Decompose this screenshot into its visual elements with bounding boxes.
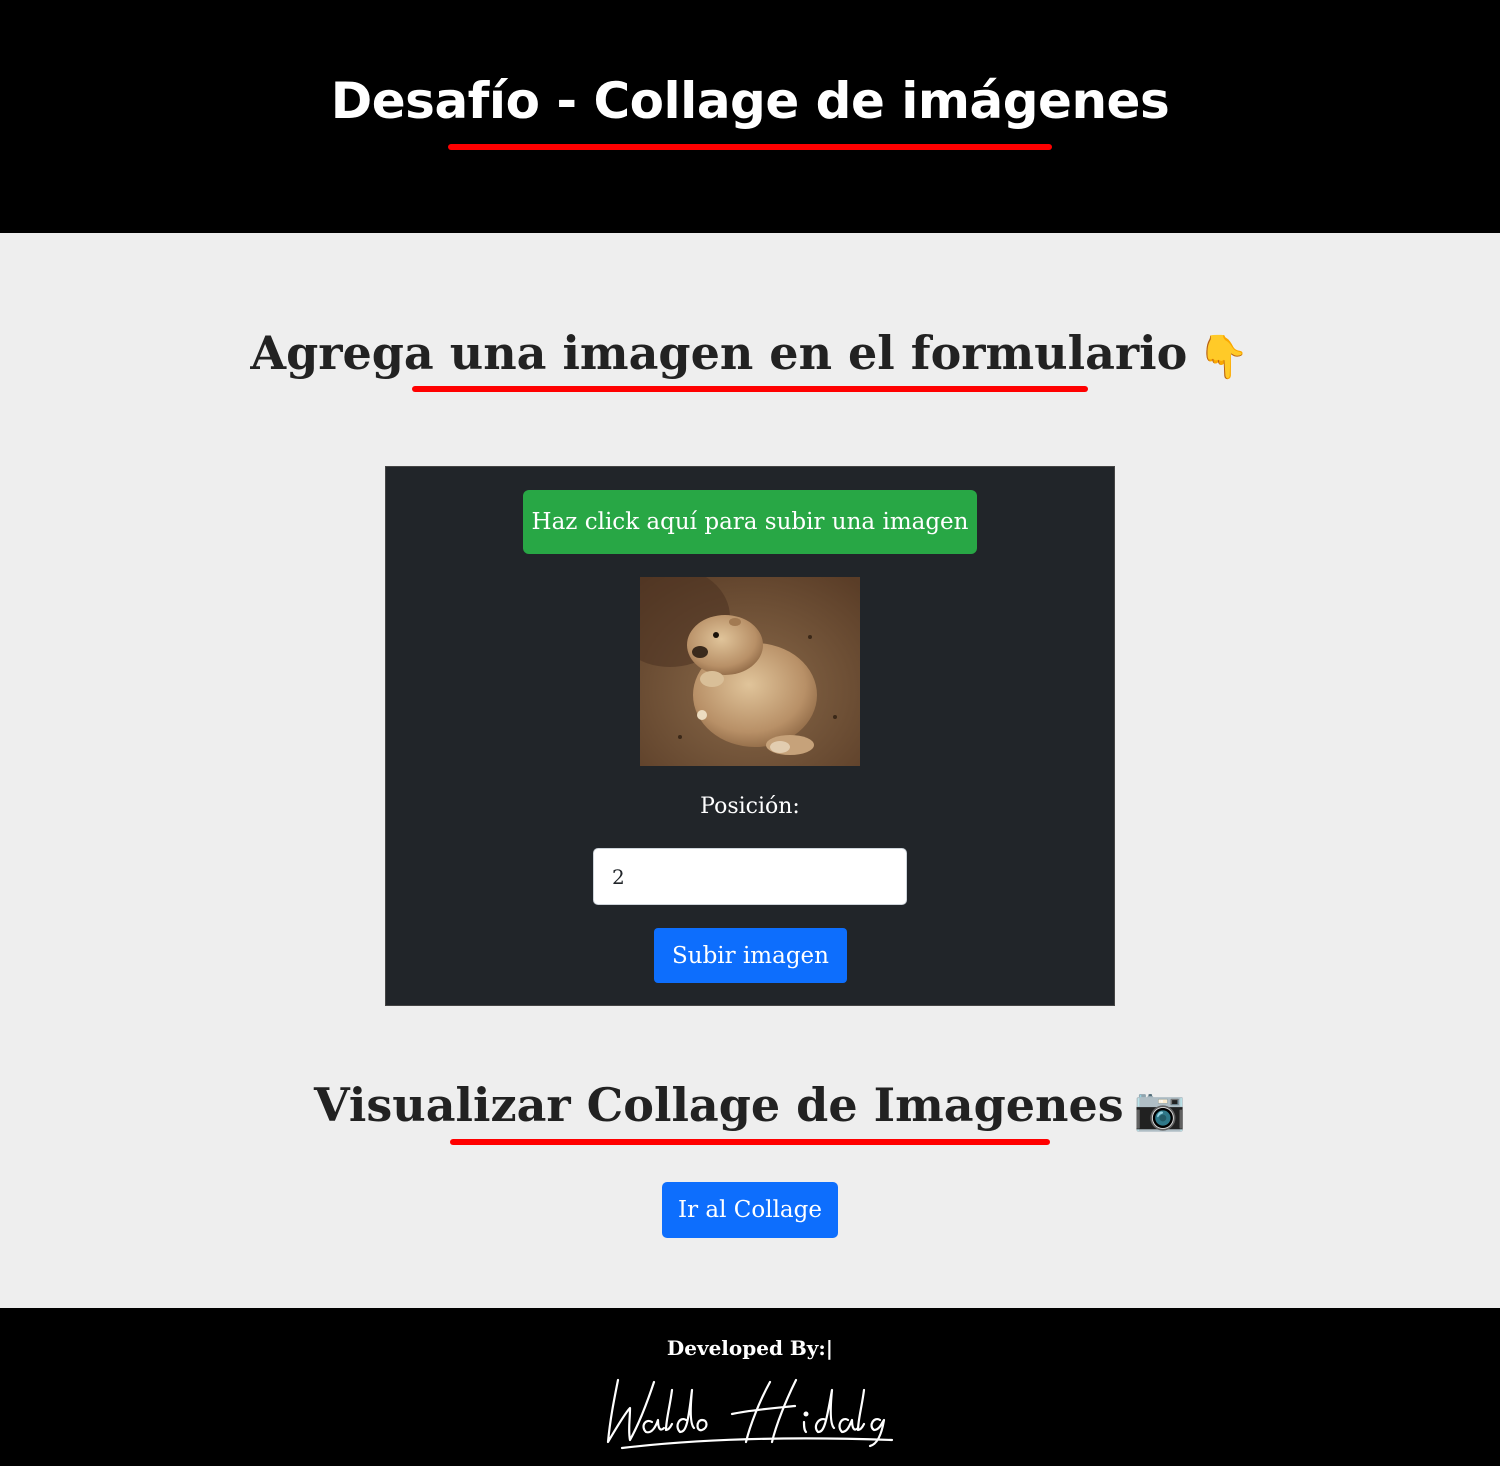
submit-image-button[interactable]: Subir imagen bbox=[654, 928, 847, 983]
upload-section-title-text: Agrega una imagen en el formulario bbox=[250, 326, 1188, 380]
go-to-collage-button[interactable]: Ir al Collage bbox=[662, 1182, 838, 1238]
prairie-dog-photo bbox=[640, 577, 860, 766]
position-input[interactable] bbox=[593, 848, 907, 905]
title-underline bbox=[448, 144, 1052, 150]
pointing-down-icon: 👇 bbox=[1197, 332, 1250, 381]
position-label: Posición: bbox=[700, 794, 800, 819]
choose-image-button[interactable]: Haz click aquí para subir una imagen bbox=[523, 490, 977, 554]
collage-section-underline bbox=[450, 1139, 1050, 1145]
upload-section-underline bbox=[412, 386, 1088, 392]
camera-icon: 📷 bbox=[1133, 1084, 1186, 1133]
page-header: Desafío - Collage de imágenes bbox=[0, 0, 1500, 233]
collage-section-title-text: Visualizar Collage de Imagenes bbox=[314, 1078, 1124, 1132]
developed-by-label: Developed By:| bbox=[666, 1336, 834, 1360]
page-footer: Developed By:| bbox=[0, 1308, 1500, 1466]
upload-section-title: Agrega una imagen en el formulario 👇 bbox=[0, 326, 1500, 382]
signature-logo bbox=[606, 1378, 894, 1450]
upload-form: Haz click aquí para subir una imagen Pos… bbox=[385, 466, 1115, 1006]
page-title: Desafío - Collage de imágenes bbox=[330, 72, 1170, 130]
image-preview bbox=[640, 577, 860, 766]
collage-section-title: Visualizar Collage de Imagenes 📷 bbox=[0, 1078, 1500, 1134]
